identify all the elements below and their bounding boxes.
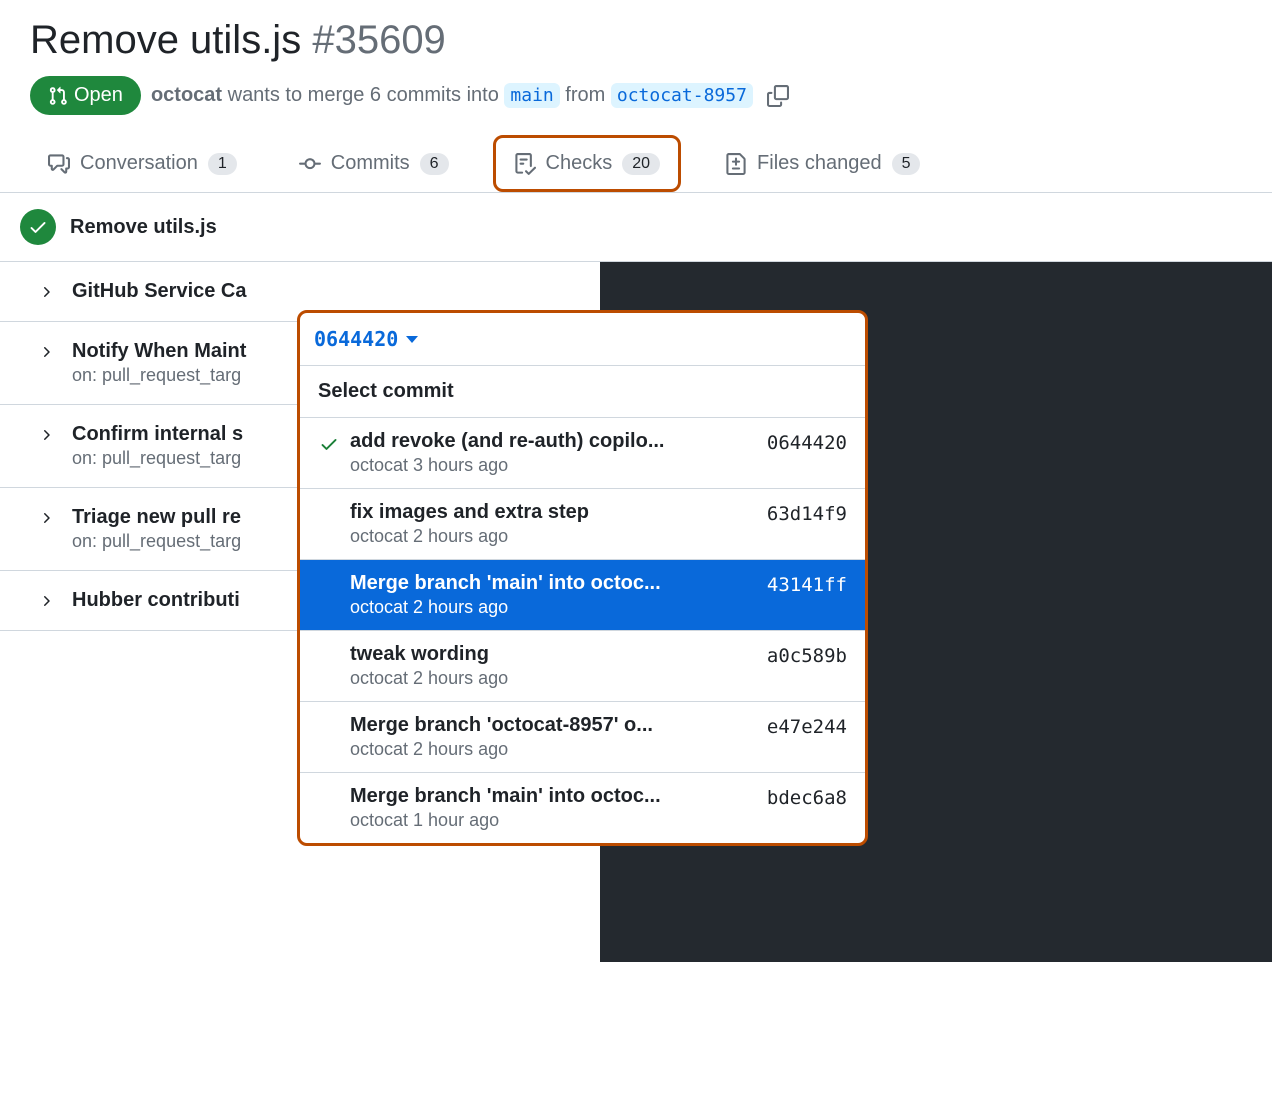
git-pull-request-icon [48,86,68,106]
commit-sha: 63d14f9 [767,501,847,525]
pr-description: octocat wants to merge 6 commits into ma… [151,84,753,107]
commit-sha-label: 0644420 [314,327,398,351]
pr-author[interactable]: octocat [151,84,222,106]
chevron-right-icon [38,427,54,446]
commit-selector-button[interactable]: 0644420 [314,327,418,351]
commit-dropdown-item[interactable]: fix images and extra stepoctocat 2 hours… [300,489,865,560]
tab-files-count: 5 [892,153,921,175]
commit-dropdown-panel: Select commit add revoke (and re-auth) c… [300,365,865,843]
tab-checks[interactable]: Checks 20 [493,135,682,192]
tab-files[interactable]: Files changed 5 [707,135,938,192]
head-branch[interactable]: octocat-8957 [611,83,753,108]
tab-checks-label: Checks [546,152,613,175]
copy-icon[interactable] [767,85,789,107]
tab-commits[interactable]: Commits 6 [281,135,467,192]
tab-conversation[interactable]: Conversation 1 [30,135,255,192]
commit-sha: e47e244 [767,714,847,738]
tab-checks-count: 20 [622,153,660,175]
checks-title: Remove utils.js [70,216,217,239]
commit-text-col: Merge branch 'main' into octoc...octocat… [350,572,757,618]
chevron-right-icon [38,593,54,612]
commit-status-col [318,714,340,718]
pr-state-text: Open [74,84,123,107]
commit-meta: octocat 1 hour ago [350,810,757,831]
commit-meta: octocat 2 hours ago [350,668,757,689]
check-icon [319,434,339,454]
commit-status-col [318,430,340,454]
commit-status-col [318,501,340,505]
checklist-icon [514,153,536,175]
commit-message: tweak wording [350,643,757,666]
commit-message: fix images and extra step [350,501,757,524]
comment-discussion-icon [48,153,70,175]
commit-dropdown-item[interactable]: Merge branch 'octocat-8957' o...octocat … [300,702,865,773]
pr-desc-1: wants to merge 6 commits into [222,84,504,106]
file-diff-icon [725,153,747,175]
check-run-content: GitHub Service Ca [72,280,580,303]
commit-status-col [318,785,340,789]
commit-status-col [318,643,340,647]
chevron-right-icon [38,344,54,363]
success-status-icon [20,209,56,245]
dropdown-title: Select commit [300,366,865,418]
commit-dropdown-item[interactable]: tweak wordingoctocat 2 hours ago a0c589b [300,631,865,702]
commit-meta: octocat 2 hours ago [350,526,757,547]
commit-sha: bdec6a8 [767,785,847,809]
commit-message: add revoke (and re-auth) copilo... [350,430,757,453]
tab-conversation-count: 1 [208,153,237,175]
commit-sha: 43141ff [767,572,847,596]
commit-selector-row: 0644420 [300,313,865,365]
commit-text-col: add revoke (and re-auth) copilo...octoca… [350,430,757,476]
pr-tabs: Conversation 1 Commits 6 Checks 20 Files… [0,135,1272,193]
chevron-right-icon [38,510,54,529]
commit-dropdown-item[interactable]: add revoke (and re-auth) copilo...octoca… [300,418,865,489]
commit-list: add revoke (and re-auth) copilo...octoca… [300,418,865,843]
tab-conversation-label: Conversation [80,152,198,175]
pr-desc-2: from [560,84,611,106]
commit-dropdown-item[interactable]: Merge branch 'main' into octoc...octocat… [300,560,865,631]
commit-dropdown-highlight: 0644420 Select commit add revoke (and re… [297,310,868,846]
tab-commits-count: 6 [420,153,449,175]
commit-text-col: Merge branch 'main' into octoc...octocat… [350,785,757,831]
base-branch[interactable]: main [504,83,559,108]
checks-header: Remove utils.js [0,193,1272,262]
pr-meta: Open octocat wants to merge 6 commits in… [30,76,1242,115]
commit-text-col: tweak wordingoctocat 2 hours ago [350,643,757,689]
commit-message: Merge branch 'octocat-8957' o... [350,714,757,737]
pr-title: Remove utils.js #35609 [30,16,1242,64]
tab-files-label: Files changed [757,152,882,175]
commit-text-col: fix images and extra stepoctocat 2 hours… [350,501,757,547]
git-commit-icon [299,153,321,175]
chevron-right-icon [38,284,54,303]
commit-message: Merge branch 'main' into octoc... [350,572,757,595]
commit-meta: octocat 2 hours ago [350,597,757,618]
tab-commits-label: Commits [331,152,410,175]
commit-sha: 0644420 [767,430,847,454]
commit-dropdown-item[interactable]: Merge branch 'main' into octoc...octocat… [300,773,865,843]
check-run-title: GitHub Service Ca [72,280,580,303]
pr-state-badge: Open [30,76,141,115]
pr-header: Remove utils.js #35609 Open octocat want… [0,0,1272,115]
commit-sha: a0c589b [767,643,847,667]
commit-meta: octocat 2 hours ago [350,739,757,760]
commit-message: Merge branch 'main' into octoc... [350,785,757,808]
commit-status-col [318,572,340,576]
caret-down-icon [406,336,418,343]
commit-dropdown-container: 0644420 Select commit add revoke (and re… [297,310,868,846]
commit-meta: octocat 3 hours ago [350,455,757,476]
pr-title-text: Remove utils.js [30,18,301,62]
commit-text-col: Merge branch 'octocat-8957' o...octocat … [350,714,757,760]
pr-number: #35609 [312,18,445,62]
